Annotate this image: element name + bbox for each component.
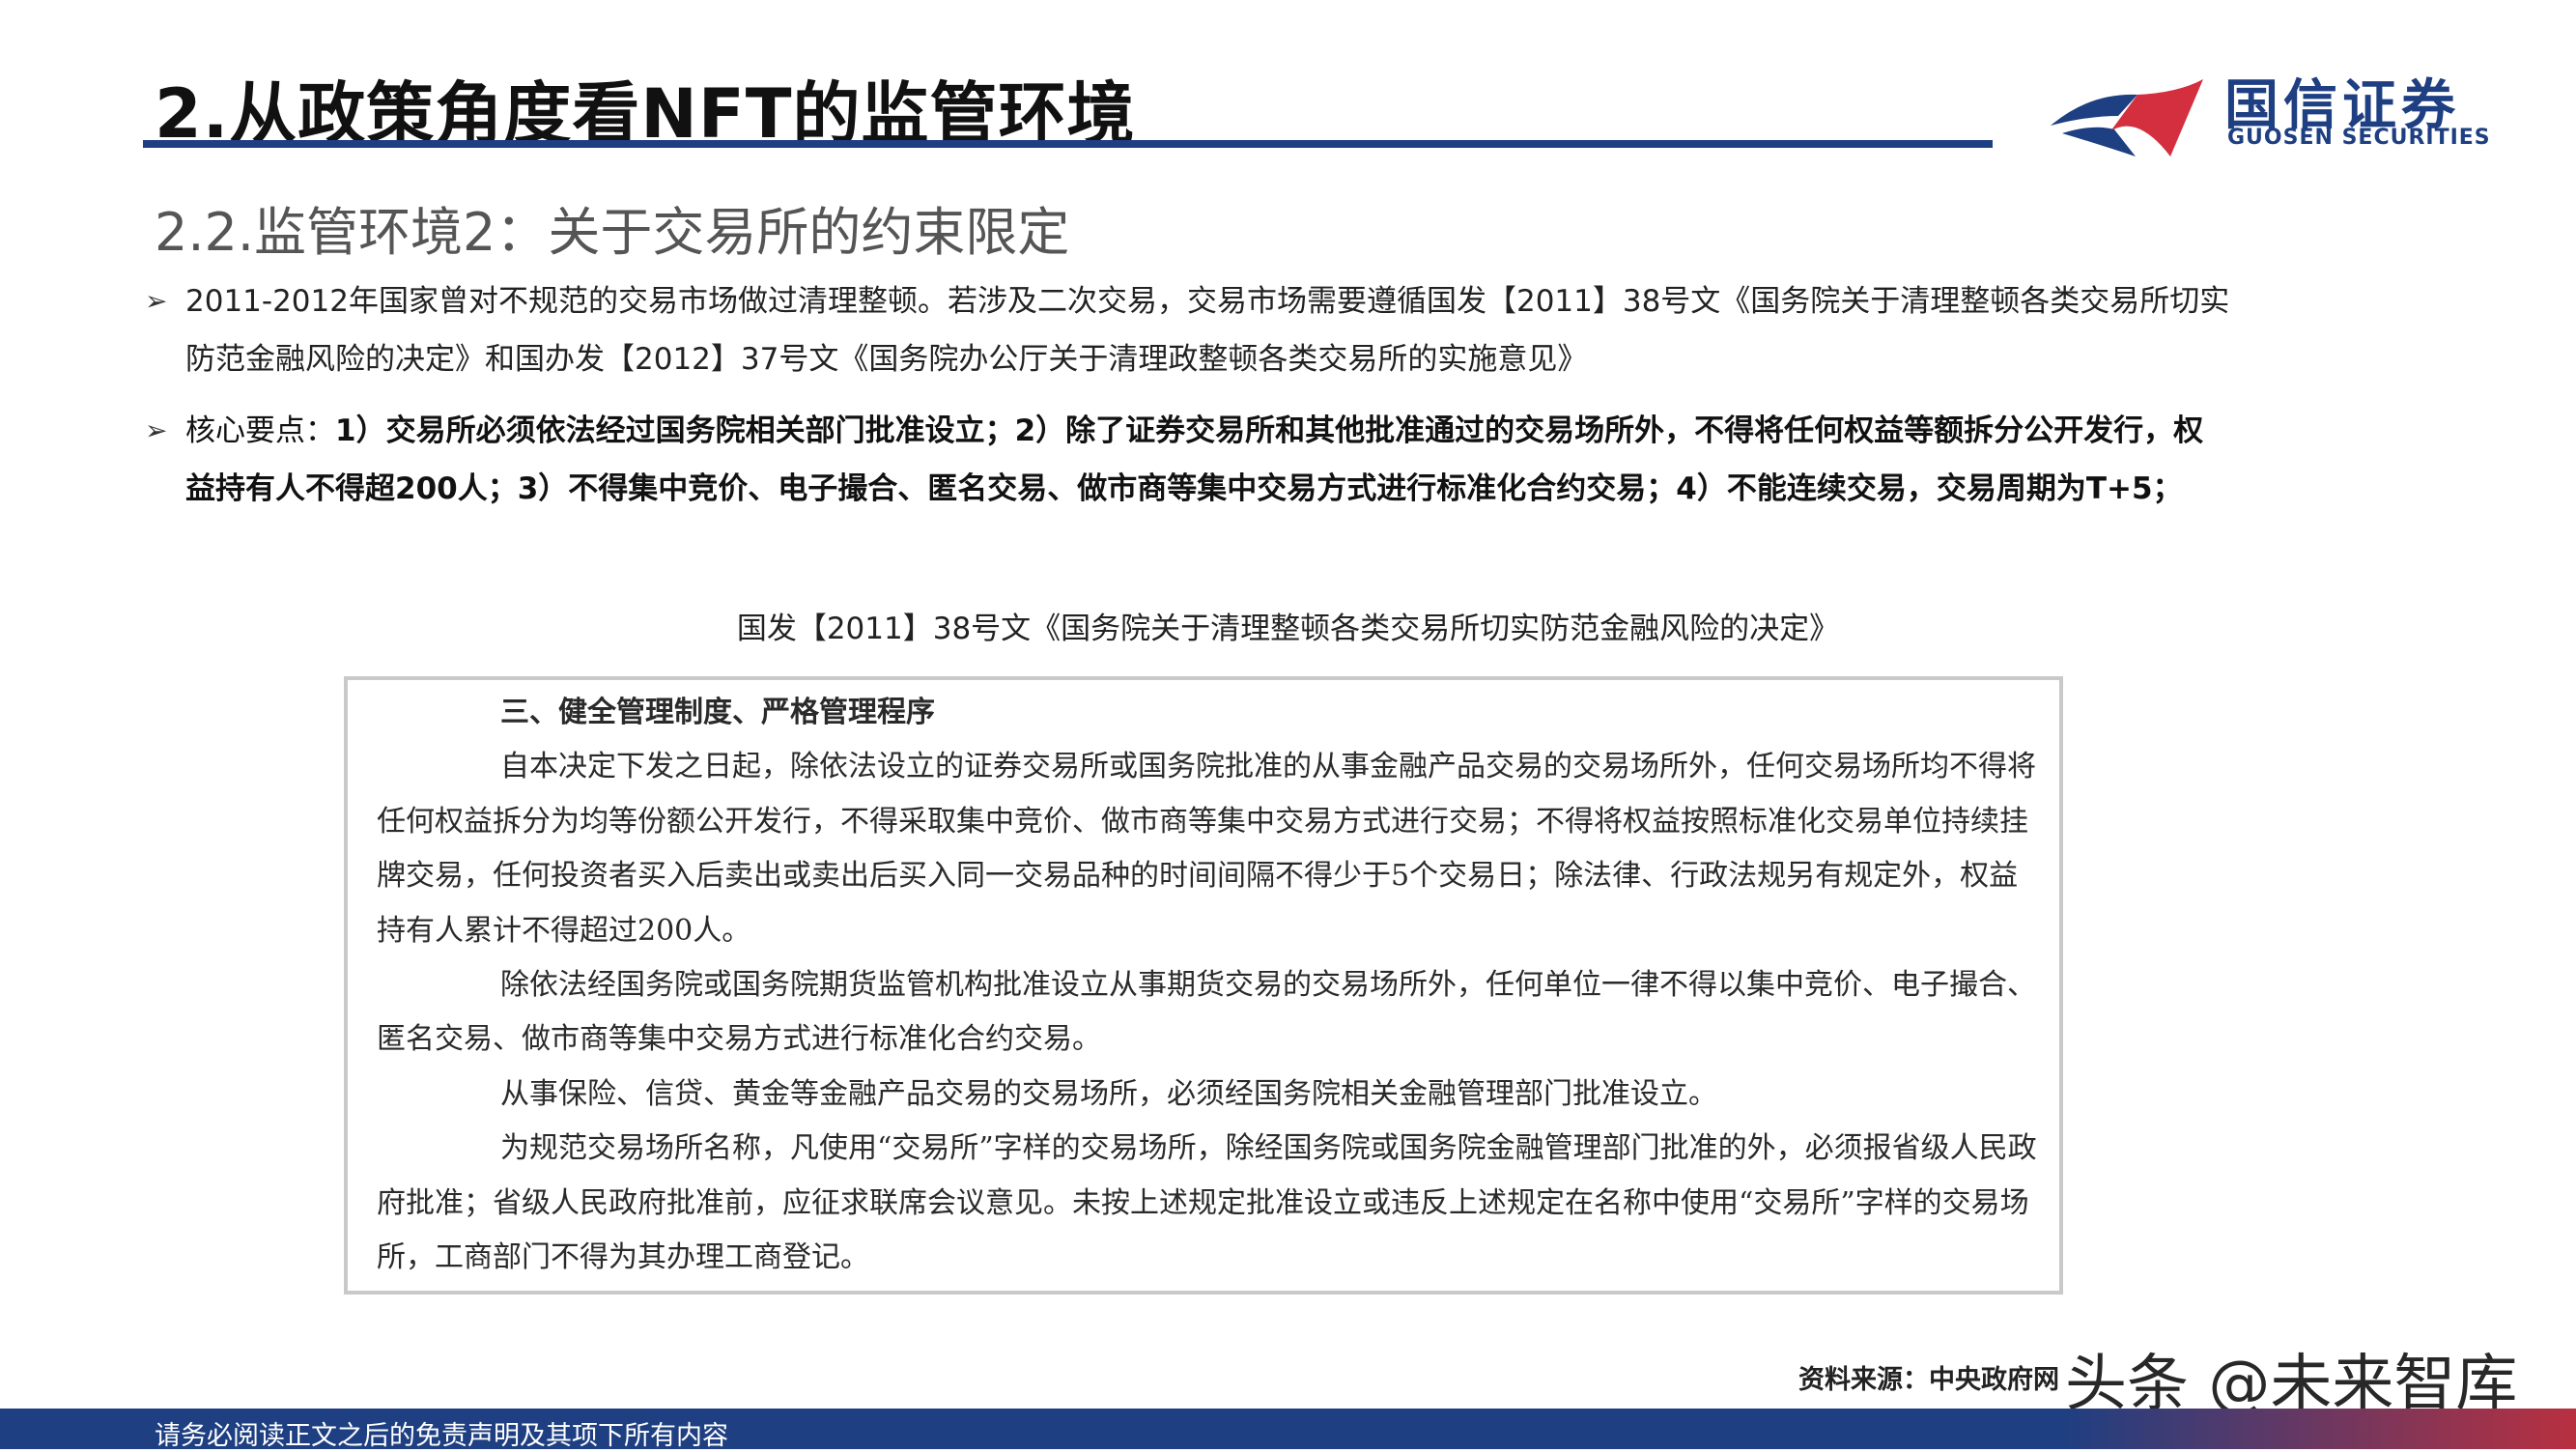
bullet-item: ➢ 2011-2012年国家曾对不规范的交易市场做过清理整顿。若涉及二次交易，交… [145,272,2231,388]
bullet-text: 2011-2012年国家曾对不规范的交易市场做过清理整顿。若涉及二次交易，交易市… [185,284,2230,377]
bullet-arrow-icon: ➢ [145,285,168,317]
guosen-logo-icon [2051,79,2203,157]
bullet-key-points: 1）交易所必须依法经过国务院相关部门批准设立；2）除了证券交易所和其他批准通过的… [185,413,2204,506]
bullet-lead: 核心要点： [185,413,335,448]
bullet-item: ➢ 核心要点：1）交易所必须依法经过国务院相关部门批准设立；2）除了证券交易所和… [145,402,2231,518]
document-paragraph: 除依法经国务院或国务院期货监管机构批准设立从事期货交易的交易场所外，任何单位一律… [377,968,2036,1057]
document-heading: 三、健全管理制度、严格管理程序 [500,696,935,729]
document-paragraph: 从事保险、信贷、黄金等金融产品交易的交易场所，必须经国务院相关金融管理部门批准设… [500,1076,1717,1111]
guosen-logo: 国信证券 GUOSEN SECURITIES [2043,56,2490,162]
section-subtitle: 2.2.监管环境2：关于交易所的约束限定 [155,202,1070,263]
document-paragraph: 为规范交易场所名称，凡使用“交易所”字样的交易场所，除经国务院或国务院金融管理部… [377,1131,2037,1275]
bullet-arrow-icon: ➢ [145,414,168,446]
logo-english-name: GUOSEN SECURITIES [2227,126,2491,150]
title-divider [143,140,1993,148]
document-excerpt: 三、健全管理制度、严格管理程序 自本决定下发之日起，除依法设立的证券交易所或国务… [344,676,2063,1295]
source-note: 资料来源：中央政府网 [1798,1365,2059,1395]
bullet-text: 核心要点：1）交易所必须依法经过国务院相关部门批准设立；2）除了证券交易所和其他… [185,402,2231,518]
document-caption: 国发【2011】38号文《国务院关于清理整顿各类交易所切实防范金融风险的决定》 [736,612,1840,646]
footer-disclaimer: 请务必阅读正文之后的免责声明及其项下所有内容 [155,1421,728,1451]
document-paragraph: 自本决定下发之日起，除依法设立的证券交易所或国务院批准的从事金融产品交易的交易场… [377,750,2036,948]
